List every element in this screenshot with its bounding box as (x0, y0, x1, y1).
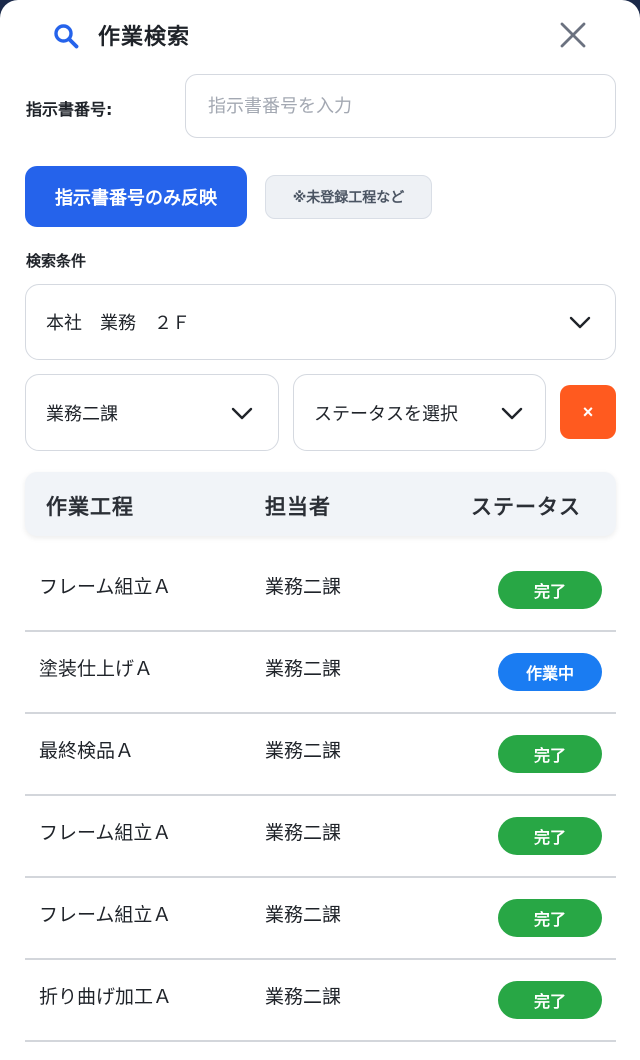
table-row[interactable]: フレーム組立Ａ 業務二課 完了 (25, 878, 616, 960)
chevron-down-icon (231, 407, 253, 420)
table-row[interactable]: 最終検品Ａ 業務二課 完了 (25, 714, 616, 796)
column-header-owner: 担当者 (265, 495, 331, 519)
task-table: フレーム組立Ａ 業務二課 完了 塗装仕上げＡ 業務二課 作業中 最終検品Ａ 業務… (25, 550, 616, 1042)
column-header-status: ステータス (471, 495, 581, 519)
process-cell: 最終検品Ａ (39, 740, 135, 762)
column-header-process: 作業工程 (46, 495, 134, 519)
table-header: 作業工程 担当者 ステータス (25, 472, 616, 536)
chevron-down-icon (569, 316, 591, 329)
page-title: 作業検索 (98, 25, 191, 50)
table-row[interactable]: フレーム組立Ａ 業務二課 完了 (25, 550, 616, 632)
status-badge: 完了 (498, 981, 602, 1019)
order-number-label: 指示書番号: (26, 100, 113, 119)
apply-order-number-button[interactable]: 指示書番号のみ反映 (25, 166, 247, 227)
owner-cell: 業務二課 (265, 822, 342, 844)
panel-header: 作業検索 (0, 0, 640, 70)
table-row[interactable]: 塗装仕上げＡ 業務二課 作業中 (25, 632, 616, 714)
department-select-value: 業務二課 (46, 403, 118, 425)
status-badge: 作業中 (498, 653, 602, 691)
status-select-placeholder: ステータスを選択 (314, 403, 458, 425)
table-row[interactable]: 折り曲げ加工Ａ 業務二課 完了 (25, 960, 616, 1042)
process-cell: フレーム組立Ａ (39, 822, 172, 844)
location-select[interactable]: 本社 業務 ２Ｆ (25, 284, 616, 360)
status-badge: 完了 (498, 817, 602, 855)
status-badge: 完了 (498, 571, 602, 609)
owner-cell: 業務二課 (265, 740, 342, 762)
process-cell: フレーム組立Ａ (39, 576, 172, 598)
owner-cell: 業務二課 (265, 658, 342, 680)
search-icon (54, 24, 79, 49)
chevron-down-icon (501, 407, 523, 420)
process-cell: 折り曲げ加工Ａ (39, 986, 173, 1008)
process-cell: フレーム組立Ａ (39, 904, 172, 926)
close-button[interactable] (556, 18, 590, 52)
search-panel: 作業検索 指示書番号: 指示書番号のみ反映 ※未登録工程など 検索条件 本社 業… (0, 0, 640, 1060)
clear-filter-button[interactable]: × (560, 385, 616, 439)
table-row[interactable]: フレーム組立Ａ 業務二課 完了 (25, 796, 616, 878)
owner-cell: 業務二課 (265, 986, 342, 1008)
owner-cell: 業務二課 (265, 576, 342, 598)
order-number-input[interactable] (185, 74, 616, 138)
status-badge: 完了 (498, 735, 602, 773)
owner-cell: 業務二課 (265, 904, 342, 926)
department-select[interactable]: 業務二課 (25, 374, 279, 451)
close-icon (560, 22, 586, 48)
location-select-value: 本社 業務 ２Ｆ (46, 313, 190, 334)
status-select[interactable]: ステータスを選択 (293, 374, 546, 451)
filter-section-label: 検索条件 (26, 252, 87, 270)
unregistered-process-note[interactable]: ※未登録工程など (265, 175, 432, 219)
status-badge: 完了 (498, 899, 602, 937)
process-cell: 塗装仕上げＡ (39, 658, 154, 680)
